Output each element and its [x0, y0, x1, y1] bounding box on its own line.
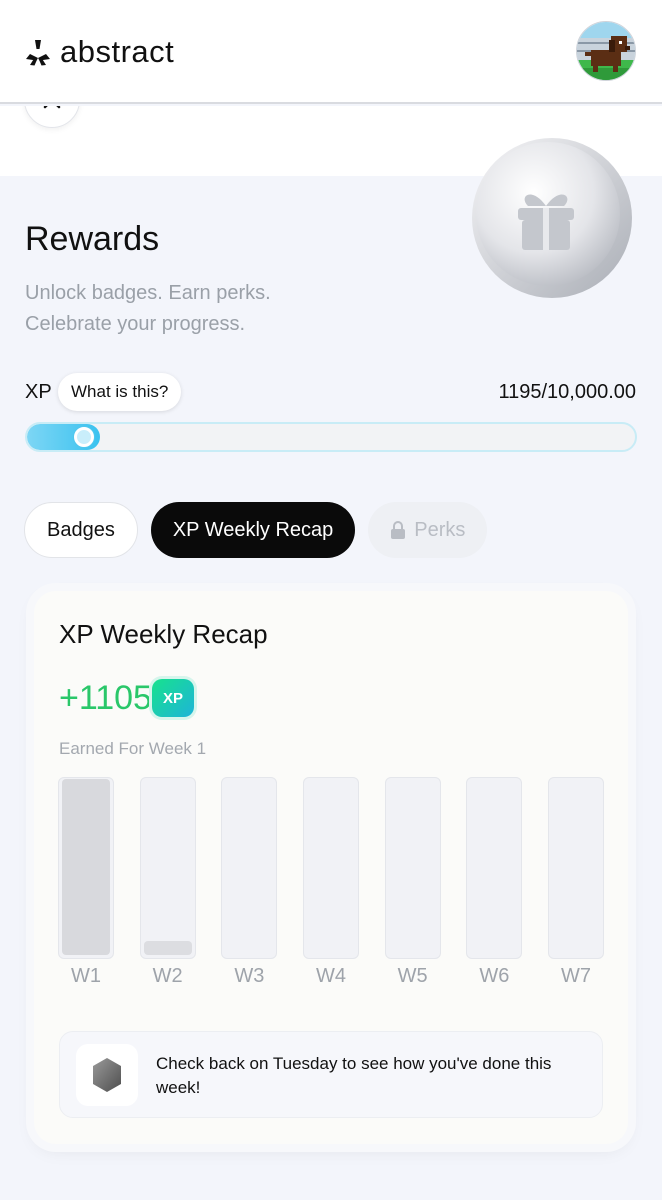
week-bar-w4 [303, 777, 359, 959]
week-bar-label: W2 [152, 965, 183, 987]
subtitle-line-2: Celebrate your progress. [25, 313, 246, 335]
earned-for-label: Earned For Week 1 [59, 739, 207, 758]
page-subtitle: Unlock badges. Earn perks. Celebrate you… [25, 278, 365, 340]
notice-text: Check back on Tuesday to see how you've … [156, 1054, 552, 1097]
notice-banner: Check back on Tuesday to see how you've … [59, 1031, 603, 1118]
logo[interactable]: abstract [24, 34, 174, 70]
logo-text: abstract [60, 34, 175, 69]
page-title: Rewards [25, 220, 160, 258]
avatar[interactable] [576, 21, 636, 81]
notice-icon-box [76, 1044, 138, 1106]
tab-badges[interactable]: Badges [24, 502, 138, 558]
week-bar-w7 [548, 777, 604, 959]
xp-progress-bar [25, 422, 637, 452]
avatar-image-icon [577, 22, 635, 80]
tab-xp-weekly-recap[interactable]: XP Weekly Recap [150, 502, 356, 558]
tab-perks-label: Perks [414, 518, 466, 541]
hexagon-badge-icon [93, 1058, 121, 1092]
weekly-bars: W1 W2 W3 W4 W5 W6 W7 [58, 777, 604, 987]
x-icon [43, 106, 61, 109]
week-bar-w3 [221, 777, 278, 959]
week-bar-label: W6 [479, 965, 510, 987]
tab-xp-weekly-recap-label: XP Weekly Recap [172, 518, 334, 541]
abstract-logo-icon [26, 40, 50, 66]
lock-icon [391, 521, 406, 539]
card-title: XP Weekly Recap [59, 619, 268, 649]
week-bar-label: W4 [316, 965, 346, 987]
weekly-recap-card: XP Weekly Recap +1105 XP Earned For Week… [34, 591, 628, 1144]
week-bar-w2 [139, 777, 196, 959]
tab-badges-label: Badges [47, 518, 115, 541]
week-bar-w1 [58, 777, 114, 959]
subtitle-line-1: Unlock badges. Earn perks. [25, 282, 271, 304]
week-bar-fill [62, 779, 110, 955]
xp-progress-count: 1195/10,000.00 [498, 381, 636, 403]
earned-xp-value: +1105 [59, 679, 152, 717]
week-bar-w5 [384, 777, 441, 959]
xp-label: XP [25, 381, 52, 403]
week-bar-label: W7 [561, 965, 591, 987]
xp-progress-knob [73, 427, 94, 447]
what-is-this-button[interactable]: What is this? [58, 373, 182, 411]
top-bar: abstract [0, 0, 662, 104]
gift-coin-icon [472, 138, 632, 298]
week-bar-fill [143, 940, 192, 955]
week-bar-w6 [466, 777, 523, 959]
week-bar-label: W1 [71, 965, 101, 987]
rewards-tabs: Badges XP Weekly Recap Perks [24, 502, 488, 558]
close-button[interactable] [24, 106, 80, 128]
week-bar-label: W3 [234, 965, 265, 987]
tab-perks[interactable]: Perks [368, 502, 488, 558]
xp-badge: XP [152, 679, 194, 717]
week-bar-label: W5 [397, 965, 428, 987]
